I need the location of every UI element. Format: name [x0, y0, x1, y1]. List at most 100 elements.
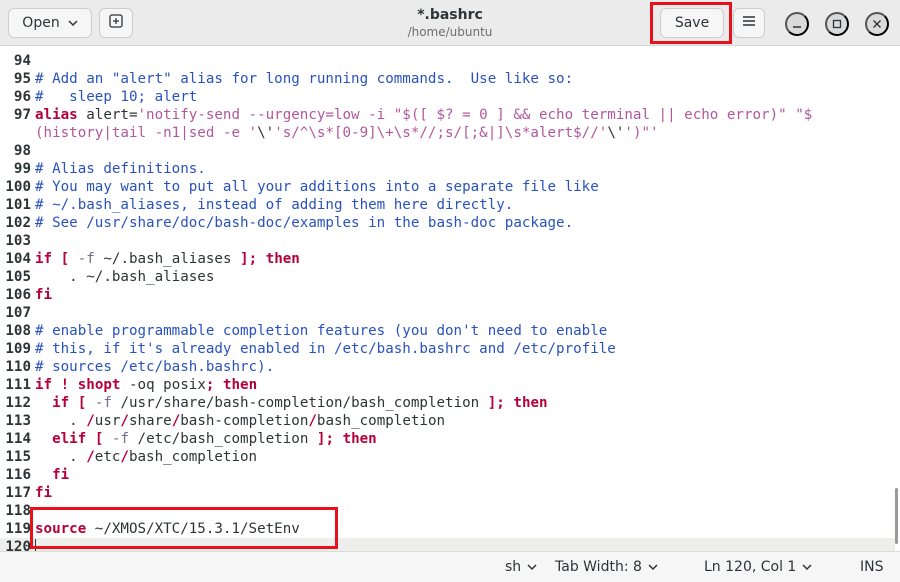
line-number: 113 [5, 413, 31, 429]
cursor-position-selector[interactable]: Ln 120, Col 1 [704, 552, 812, 582]
code-token: / [120, 449, 129, 465]
hamburger-menu-icon [742, 15, 756, 31]
code-token: then [265, 251, 300, 267]
code-area[interactable]: # Add an "alert" alias for long running … [35, 52, 895, 551]
line-number: 94 [13, 53, 31, 69]
code-token: ]; [316, 431, 335, 447]
code-line: (history|tail -n1|sed -e '\''s/^\s*[0-9]… [35, 124, 895, 142]
vertical-scrollbar[interactable] [895, 488, 898, 544]
line-number: 95 [13, 71, 31, 87]
code-token: then [222, 377, 258, 393]
maximize-button[interactable] [825, 12, 849, 36]
code-line: fi [35, 484, 895, 502]
line-number: 100 [5, 179, 31, 195]
code-line: . /usr/share/bash-completion/bash_comple… [35, 412, 895, 430]
code-line: # enable programmable completion feature… [35, 322, 895, 340]
line-number: 109 [5, 341, 31, 357]
line-number: 106 [5, 287, 31, 303]
maximize-icon [832, 17, 842, 32]
code-token: ! [60, 377, 70, 393]
insert-mode-indicator[interactable]: INS [860, 552, 884, 582]
code-token: ~/.bash_aliases [94, 251, 241, 267]
code-token: usr [94, 413, 121, 429]
code-line: . ~/.bash_aliases [35, 268, 895, 286]
code-token: ]; [487, 395, 505, 411]
code-token: bash_completion [128, 449, 258, 465]
code-token: fi [35, 485, 53, 501]
code-token: # Add an "alert" alias for long running … [35, 71, 574, 87]
line-number: 120 [5, 539, 31, 551]
code-token: # Alias definitions. [35, 161, 206, 177]
new-tab-button[interactable] [99, 8, 133, 38]
code-token: / [308, 413, 317, 429]
chevron-down-icon [527, 564, 537, 571]
code-token: 's/^\s*[0-9]\+\s*//;s/[;&|]\s*alert$//' [274, 125, 608, 141]
open-button[interactable]: Open [8, 8, 92, 38]
main-menu-button[interactable] [733, 8, 765, 38]
code-line: if [ -f /usr/share/bash-completion/bash_… [35, 394, 895, 412]
code-token: alert= [77, 107, 138, 123]
header-bar: Open *.bashrc /home/ubuntu Save [0, 0, 900, 46]
tab-width-selector[interactable]: Tab Width: 8 [555, 552, 658, 582]
close-button[interactable] [865, 12, 889, 36]
code-token: fi [35, 287, 53, 303]
code-token: # sleep 10; alert [35, 89, 198, 105]
code-token: \' [607, 125, 625, 141]
line-number: 118 [5, 503, 31, 519]
minimize-button[interactable] [785, 12, 809, 36]
code-line: alias alert='notify-send --urgency=low -… [35, 106, 895, 124]
code-token: . [35, 449, 87, 465]
code-token: if [35, 377, 53, 393]
code-token: source [35, 521, 87, 537]
code-token: . [35, 413, 87, 429]
line-number: 119 [5, 521, 31, 537]
code-token: /usr/share/bash-completion/bash_completi… [111, 395, 488, 411]
code-token: fi [52, 467, 70, 483]
line-number: 115 [5, 449, 31, 465]
code-line: if [ -f ~/.bash_aliases ]; then [35, 250, 895, 268]
line-number: 102 [5, 215, 31, 231]
chevron-down-icon [68, 15, 78, 31]
line-number: 98 [13, 143, 31, 159]
code-token: -f [77, 251, 95, 267]
code-token: # You may want to put all your additions… [35, 179, 599, 195]
code-token: / [120, 413, 129, 429]
line-number: 101 [5, 197, 31, 213]
code-token: \' [257, 125, 275, 141]
code-token: / [171, 413, 181, 429]
code-token: alias [35, 107, 78, 123]
code-line: # Add an "alert" alias for long running … [35, 70, 895, 88]
code-line: # See /usr/share/doc/bash-doc/examples i… [35, 214, 895, 232]
chevron-down-icon [802, 564, 812, 571]
line-number: 116 [5, 467, 31, 483]
code-token: -oq posix [120, 377, 206, 393]
code-token: then [513, 395, 548, 411]
minimize-icon [792, 17, 802, 32]
save-button[interactable]: Save [660, 8, 724, 38]
code-token: ]; [240, 251, 258, 267]
line-number: 112 [5, 395, 31, 411]
code-line: if ! shopt -oq posix; then [35, 376, 895, 394]
language-label: sh [505, 559, 522, 575]
window-subtitle: /home/ubuntu [407, 25, 493, 39]
line-number: 104 [5, 251, 31, 267]
text-editor[interactable]: 94 95 96 97 98 99 100 101 102 103 104 105 106 107 108 1… [0, 47, 900, 551]
code-token: -f [111, 431, 129, 447]
insert-mode-label: INS [860, 559, 884, 575]
line-number: 114 [5, 431, 31, 447]
language-selector[interactable]: sh [505, 552, 537, 582]
code-line: . /etc/bash_completion [35, 448, 895, 466]
text-cursor [35, 539, 36, 551]
